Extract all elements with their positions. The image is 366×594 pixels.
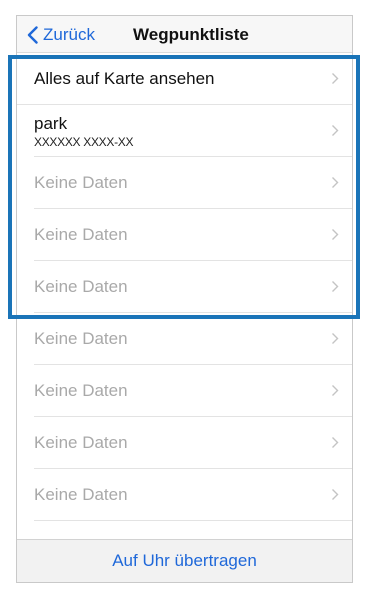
chevron-right-icon	[332, 281, 339, 292]
list-item-label: Keine Daten	[34, 225, 128, 244]
list-item[interactable]: Keine Daten	[34, 157, 352, 209]
navigation-bar: Zurück Wegpunktliste	[17, 16, 352, 53]
list-item-label: Keine Daten	[34, 485, 128, 504]
page-title: Wegpunktliste	[133, 25, 249, 44]
list-item[interactable]: Keine Daten	[34, 365, 352, 417]
chevron-right-icon	[332, 125, 339, 136]
list-item[interactable]: Keine Daten	[34, 261, 352, 313]
list-item-label: Keine Daten	[34, 381, 128, 400]
chevron-right-icon	[332, 229, 339, 240]
phone-screen: Zurück Wegpunktliste Alles auf Karte ans…	[16, 15, 353, 583]
list-item-label: Keine Daten	[34, 173, 128, 192]
list-item-show-all-on-map[interactable]: Alles auf Karte ansehen	[17, 53, 352, 105]
list-item-label: Alles auf Karte ansehen	[34, 69, 215, 88]
back-button[interactable]: Zurück	[27, 16, 95, 53]
list-item-label: Keine Daten	[34, 329, 128, 348]
list-item-label: park	[34, 114, 68, 133]
list-item[interactable]: Keine Daten	[34, 209, 352, 261]
chevron-right-icon	[332, 437, 339, 448]
chevron-right-icon	[332, 489, 339, 500]
list-item[interactable]: Keine Daten	[34, 313, 352, 365]
list-item-subtitle: XXXXXX XXXX-XX	[34, 135, 134, 149]
transfer-to-watch-button[interactable]: Auf Uhr übertragen	[112, 551, 257, 571]
chevron-right-icon	[332, 333, 339, 344]
chevron-left-icon	[27, 25, 38, 44]
waypoint-list: Alles auf Karte ansehen park XXXXXX XXXX…	[17, 53, 352, 573]
toolbar: Auf Uhr übertragen	[17, 539, 352, 582]
chevron-right-icon	[332, 385, 339, 396]
list-item[interactable]: Keine Daten	[34, 417, 352, 469]
list-item-label: Keine Daten	[34, 277, 128, 296]
chevron-right-icon	[332, 73, 339, 84]
back-label: Zurück	[43, 24, 95, 44]
list-item-label: Keine Daten	[34, 433, 128, 452]
list-item[interactable]: Keine Daten	[34, 469, 352, 521]
list-item-waypoint-park[interactable]: park XXXXXX XXXX-XX	[34, 105, 352, 157]
chevron-right-icon	[332, 177, 339, 188]
